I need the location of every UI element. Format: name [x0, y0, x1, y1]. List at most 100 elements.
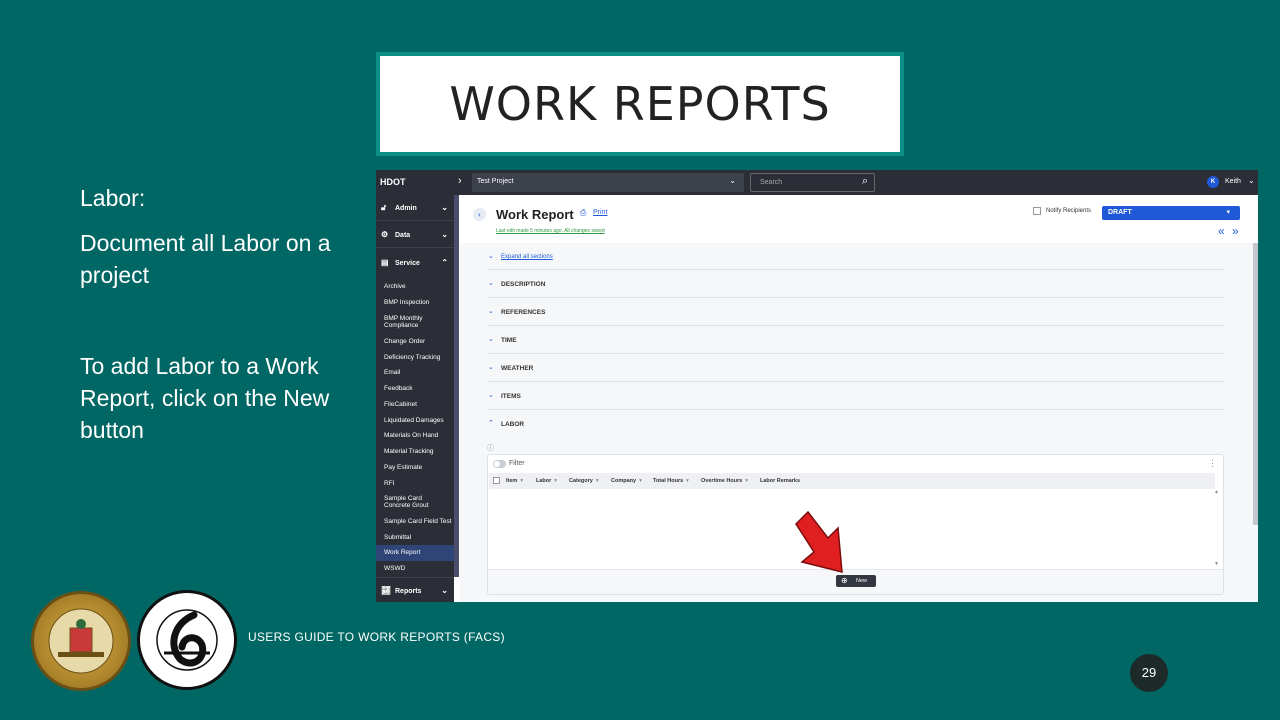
sidebar-item-filecabinet[interactable]: FileCabinet: [376, 401, 454, 408]
printer-icon[interactable]: ⎙: [580, 208, 586, 218]
user-name[interactable]: Keith: [1225, 178, 1241, 185]
sidebar-item-email[interactable]: Email: [376, 369, 454, 376]
document-icon: ▤: [381, 258, 389, 267]
labor-grid: Filter ⋮ Item ▾ Labor ▾ Category ▾ Company ▾…: [487, 454, 1224, 595]
section-label: WEATHER: [501, 365, 534, 372]
column-header-item[interactable]: Item ▾: [506, 478, 523, 484]
column-header-labor[interactable]: Labor ▾: [536, 478, 557, 484]
state-seal-logo: [31, 591, 131, 691]
section-weather[interactable]: ⌄ WEATHER: [488, 353, 1225, 381]
red-arrow-callout: [795, 510, 843, 573]
chevron-down-icon: ⌄: [441, 586, 448, 595]
page-title: Work Report: [496, 207, 574, 222]
sidebar-section-data[interactable]: ⚙ Data ⌄: [376, 222, 454, 248]
select-all-checkbox[interactable]: [493, 477, 500, 484]
sidebar-item-liquidated-damages[interactable]: Liquidated Damages: [376, 417, 454, 424]
chart-icon: 📈︎: [381, 586, 392, 595]
column-header-total-hours[interactable]: Total Hours ▾: [653, 478, 689, 484]
section-labor[interactable]: ⌃ LABOR: [488, 409, 1225, 437]
scroll-up-icon[interactable]: ▲: [1214, 489, 1219, 495]
grid-footer: ⊕ New: [488, 569, 1223, 594]
chevron-down-icon: ⌄: [441, 230, 448, 239]
avatar[interactable]: K: [1207, 176, 1219, 188]
back-icon[interactable]: ‹: [473, 208, 486, 221]
chevron-down-icon: ⌄: [488, 336, 494, 343]
previous-record-icon[interactable]: «: [1218, 224, 1225, 238]
top-bar: HDOT › Test Project ⌄ Search ⌕ K Keith ⌄: [376, 170, 1258, 195]
chevron-down-icon: ⌄: [729, 176, 736, 185]
sidebar-item-deficiency-tracking[interactable]: Deficiency Tracking: [376, 354, 454, 361]
sidebar-item-wswd[interactable]: WSWD: [376, 565, 454, 572]
sidebar-item-rfi[interactable]: RFI: [376, 480, 454, 487]
sidebar-section-reports[interactable]: 📈︎ Reports ⌄: [376, 577, 454, 602]
print-link[interactable]: Print: [593, 209, 607, 216]
more-options-icon[interactable]: ⋮: [1208, 458, 1217, 469]
grid-scrollbar[interactable]: ▲ ▼: [1213, 489, 1221, 569]
chevron-down-icon: ⌄: [488, 364, 494, 371]
column-header-company[interactable]: Company ▾: [611, 478, 642, 484]
chevron-right-icon[interactable]: ›: [458, 175, 462, 187]
column-header-category[interactable]: Category ▾: [569, 478, 599, 484]
sidebar-item-bmp-monthly-compliance[interactable]: BMP Monthly Compliance: [376, 315, 436, 329]
chevron-down-icon: ⌄: [488, 253, 494, 260]
column-header-labor-remarks[interactable]: Labor Remarks: [760, 478, 800, 484]
column-header-overtime-hours[interactable]: Overtime Hours ▾: [701, 478, 748, 484]
user-menu-chevron-icon[interactable]: ⌄: [1248, 176, 1255, 185]
next-record-icon[interactable]: »: [1232, 224, 1239, 238]
sidebar-item-work-report[interactable]: Work Report: [376, 545, 454, 561]
sidebar-section-label: Reports: [395, 588, 422, 595]
chevron-down-icon: ⌄: [488, 308, 494, 315]
sidebar-item-materials-on-hand[interactable]: Materials On Hand: [376, 432, 454, 439]
sidebar-item-material-tracking[interactable]: Material Tracking: [376, 448, 454, 455]
search-placeholder: Search: [760, 179, 783, 186]
sidebar-item-bmp-inspection[interactable]: BMP Inspection: [376, 299, 454, 306]
sidebar-section-label: Admin: [395, 205, 417, 212]
labor-instruction: To add Labor to a Work Report, click on …: [80, 353, 330, 443]
section-label: REFERENCES: [501, 309, 546, 316]
search-icon[interactable]: ⌕: [862, 175, 868, 188]
chevron-up-icon: ⌃: [488, 420, 494, 427]
sidebar-item-change-order[interactable]: Change Order: [376, 338, 454, 345]
footer-text: USERS GUIDE TO WORK REPORTS (FACS): [248, 630, 505, 644]
sidebar-item-sample-card-field-test[interactable]: Sample Card Field Test: [376, 518, 454, 525]
sidebar-section-admin[interactable]: 🔓︎ Admin ⌄: [376, 195, 454, 221]
chevron-down-icon: ⌄: [488, 392, 494, 399]
section-description[interactable]: ⌄ DESCRIPTION: [488, 269, 1225, 297]
sidebar-item-archive[interactable]: Archive: [376, 283, 454, 290]
search-input[interactable]: Search ⌕: [750, 173, 875, 192]
lock-icon: 🔓︎: [381, 203, 387, 212]
section-label: ITEMS: [501, 393, 521, 400]
section-label: DESCRIPTION: [501, 281, 546, 288]
labor-description: Document all Labor on a project: [80, 230, 331, 288]
chevron-down-icon: ⌄: [441, 203, 448, 212]
section-items[interactable]: ⌄ ITEMS: [488, 381, 1225, 409]
new-button-label: New: [856, 578, 868, 584]
sidebar-item-sample-card-concrete-grout[interactable]: Sample Card Concrete Grout: [376, 495, 448, 509]
gear-icon: ⚙: [381, 230, 389, 239]
sidebar-section-service[interactable]: ▤ Service ⌃: [376, 250, 454, 276]
filter-toggle[interactable]: [493, 460, 506, 468]
notify-recipients-checkbox[interactable]: [1033, 207, 1041, 215]
section-time[interactable]: ⌄ TIME: [488, 325, 1225, 353]
scroll-down-icon[interactable]: ▼: [1214, 561, 1219, 567]
section-references[interactable]: ⌄ REFERENCES: [488, 297, 1225, 325]
status-value: DRAFT: [1108, 209, 1132, 216]
grid-header-row: Item ▾ Labor ▾ Category ▾ Company ▾ Total Ho…: [489, 473, 1215, 489]
notify-recipients-label: Notify Recipients: [1046, 208, 1092, 214]
main-scrollbar[interactable]: [1253, 243, 1258, 525]
sidebar: 🔓︎ Admin ⌄ ⚙ Data ⌄ ▤ Service ⌃ Archive …: [376, 195, 454, 602]
sidebar-scrollbar[interactable]: [454, 195, 459, 577]
filter-label: Filter: [509, 460, 525, 467]
info-icon[interactable]: ⓘ: [487, 443, 494, 453]
dot-seal-logo: [137, 590, 237, 690]
chevron-down-icon: ⌄: [488, 280, 494, 287]
report-header: ‹ Work Report ⎙ Print Last edit made 5 m…: [460, 195, 1258, 243]
sidebar-item-feedback[interactable]: Feedback: [376, 385, 454, 392]
status-select[interactable]: DRAFT ▾: [1102, 206, 1240, 220]
expand-all-link[interactable]: Expand all sections: [501, 254, 553, 260]
sidebar-item-submittal[interactable]: Submittal: [376, 534, 454, 541]
sidebar-item-pay-estimate[interactable]: Pay Estimate: [376, 464, 454, 471]
project-select[interactable]: Test Project ⌄: [472, 173, 744, 192]
sidebar-section-label: Data: [395, 232, 411, 239]
last-edit-status: Last edit made 5 minutes ago. All change…: [496, 228, 605, 234]
